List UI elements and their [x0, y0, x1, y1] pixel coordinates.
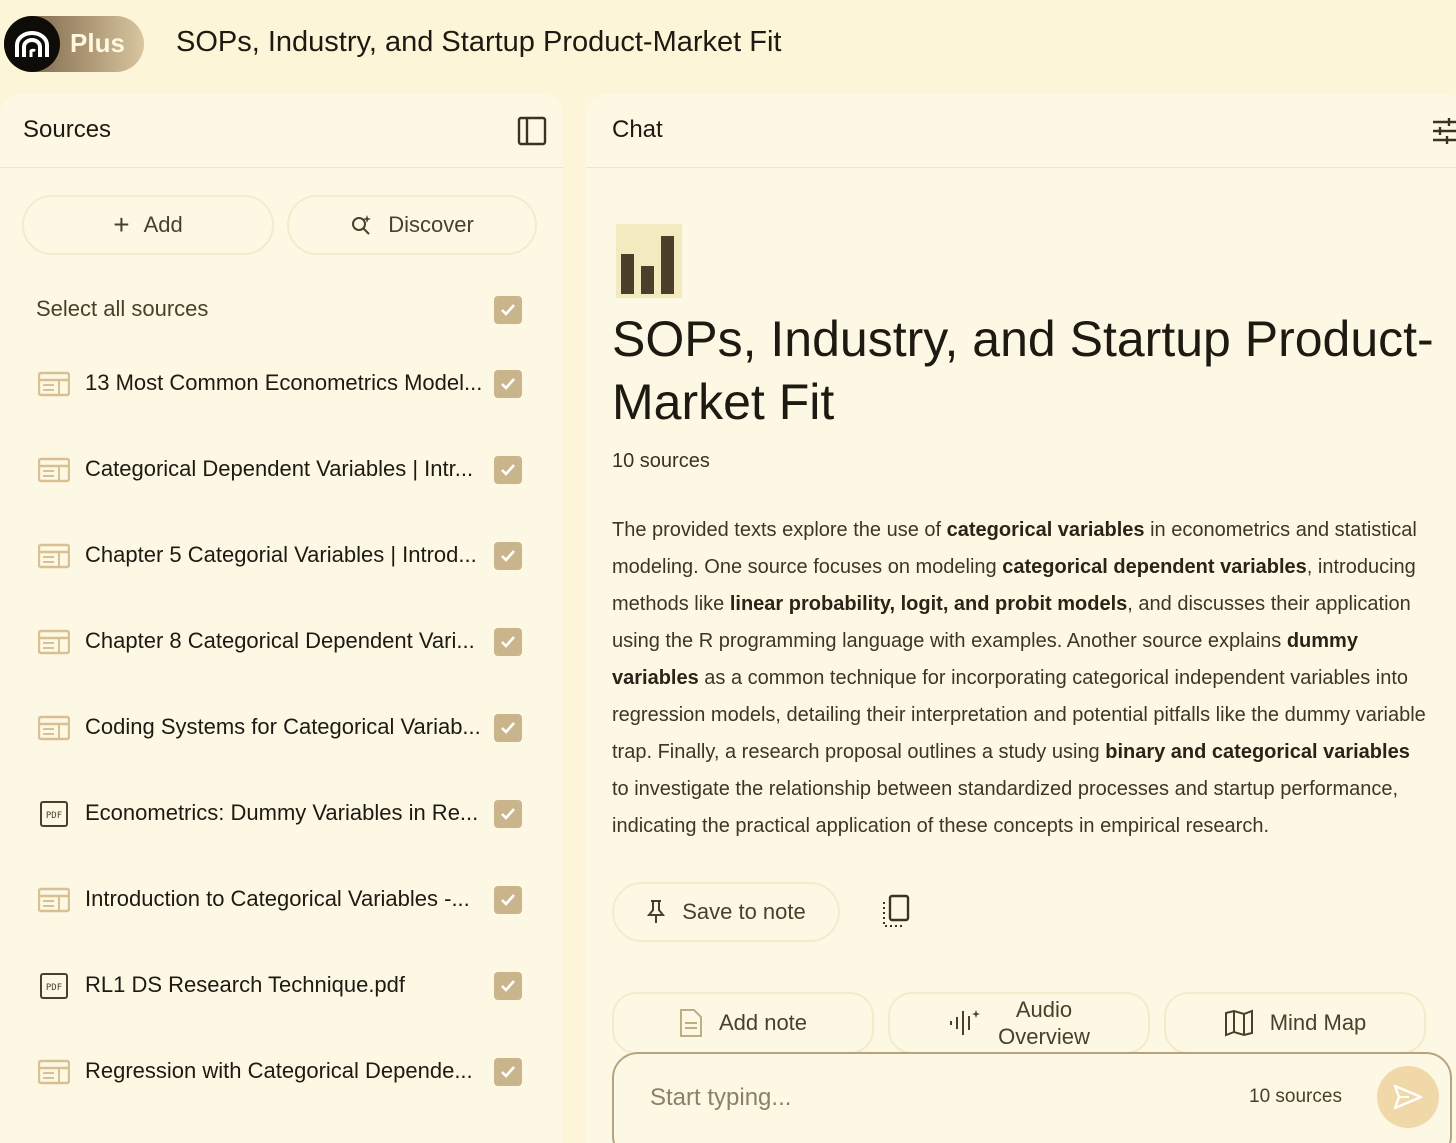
notebook-title-header[interactable]: SOPs, Industry, and Startup Product-Mark…	[176, 26, 781, 59]
check-icon	[501, 550, 515, 562]
source-item-label: 13 Most Common Econometrics Model...	[85, 370, 483, 395]
source-checkbox[interactable]	[494, 714, 522, 742]
summary-highlight: categorical variables	[946, 519, 1145, 541]
mind-map-label: Mind Map	[1269, 1010, 1367, 1035]
source-item-label: Introduction to Categorical Variables -.…	[85, 886, 470, 911]
svg-text:PDF: PDF	[46, 983, 62, 993]
summary-text: to investigate the relationship between …	[612, 778, 1399, 837]
audio-overview-label: Audio Overview	[998, 996, 1090, 1050]
check-icon	[501, 1066, 515, 1078]
check-icon	[501, 894, 515, 906]
sources-header: Sources	[0, 94, 563, 168]
add-note-label: Add note	[718, 1010, 808, 1035]
chat-input-source-count: 10 sources	[1249, 1086, 1342, 1107]
note-icon	[679, 1009, 702, 1037]
source-checkbox[interactable]	[494, 1058, 522, 1086]
save-to-note-button[interactable]: Save to note	[612, 882, 840, 942]
plus-icon: +	[113, 209, 130, 240]
mind-map-button[interactable]: Mind Map	[1164, 992, 1426, 1054]
summary-text: The provided texts explore the use of	[612, 519, 947, 541]
source-checkbox[interactable]	[494, 370, 522, 398]
source-item-label: Categorical Dependent Variables | Intr..…	[85, 456, 474, 481]
source-item-label: Coding Systems for Categorical Variab...	[85, 714, 481, 739]
add-label: Add	[143, 212, 183, 237]
notebook-source-count: 10 sources	[612, 450, 710, 472]
source-item[interactable]: PDF Econometrics: Dummy Variables in Re..…	[0, 794, 563, 834]
pdf-icon: PDF	[40, 801, 68, 827]
save-to-note-label: Save to note	[682, 899, 806, 924]
source-item[interactable]: Categorical Dependent Variables | Intr..…	[0, 450, 563, 490]
source-item[interactable]: 13 Most Common Econometrics Model...	[0, 364, 563, 404]
add-note-button[interactable]: Add note	[612, 992, 874, 1054]
send-icon	[1393, 1084, 1423, 1110]
notebook-summary: The provided texts explore the use of ca…	[612, 512, 1427, 845]
source-item[interactable]: Introduction to Categorical Variables -.…	[0, 880, 563, 920]
top-bar: Plus SOPs, Industry, and Startup Product…	[0, 0, 1456, 90]
chat-header: Chat	[586, 94, 1456, 168]
source-item-label: RL1 DS Research Technique.pdf	[85, 972, 406, 997]
audio-label-line1: Audio	[1015, 997, 1073, 1022]
audio-label-line2: Overview	[998, 1024, 1090, 1049]
pin-icon	[647, 900, 666, 923]
audio-waveform-icon	[950, 1010, 981, 1035]
check-icon	[501, 378, 515, 390]
tune-settings-icon[interactable]	[1431, 116, 1456, 146]
discover-search-icon	[352, 215, 372, 235]
web-page-icon	[38, 887, 70, 913]
source-item[interactable]: PDF RL1 DS Research Technique.pdf	[0, 966, 563, 1006]
source-item[interactable]: Coding Systems for Categorical Variab...	[0, 708, 563, 748]
source-item[interactable]: Regression with Categorical Depende...	[0, 1052, 563, 1092]
check-icon	[501, 980, 515, 992]
source-checkbox[interactable]	[494, 628, 522, 656]
check-icon	[501, 464, 515, 476]
app-logo-icon	[4, 16, 60, 72]
chat-title: Chat	[612, 116, 663, 143]
web-page-icon	[38, 543, 70, 569]
plus-label: Plus	[70, 28, 125, 58]
web-page-icon	[38, 1059, 70, 1085]
source-checkbox[interactable]	[494, 886, 522, 914]
summary-highlight: categorical dependent variables	[1002, 556, 1307, 578]
source-item-label: Chapter 8 Categorical Dependent Vari...	[85, 628, 475, 653]
source-checkbox[interactable]	[494, 456, 522, 484]
summary-highlight: linear probability, logit, and probit mo…	[729, 593, 1128, 615]
discover-button[interactable]: Discover	[287, 195, 537, 255]
source-checkbox[interactable]	[494, 542, 522, 570]
map-icon	[1224, 1009, 1253, 1037]
audio-overview-button[interactable]: Audio Overview	[888, 992, 1150, 1054]
web-page-icon	[38, 629, 70, 655]
check-icon	[501, 636, 515, 648]
source-item-label: Regression with Categorical Depende...	[85, 1058, 473, 1083]
svg-text:PDF: PDF	[46, 811, 62, 821]
copy-icon[interactable]	[880, 894, 912, 930]
notebook-title: SOPs, Industry, and Startup Product-Mark…	[612, 311, 1434, 430]
check-icon	[501, 722, 515, 734]
source-item[interactable]: Chapter 5 Categorial Variables | Introd.…	[0, 536, 563, 576]
web-page-icon	[38, 457, 70, 483]
select-all-label: Select all sources	[36, 296, 209, 321]
discover-label: Discover	[388, 212, 474, 237]
source-checkbox[interactable]	[494, 800, 522, 828]
plus-badge[interactable]: Plus	[4, 16, 144, 72]
web-page-icon	[38, 715, 70, 741]
collapse-panel-icon[interactable]	[517, 116, 547, 146]
source-item[interactable]: Chapter 8 Categorical Dependent Vari...	[0, 622, 563, 662]
check-icon	[501, 808, 515, 820]
source-checkbox[interactable]	[494, 972, 522, 1000]
pdf-icon: PDF	[40, 973, 68, 999]
source-item-label: Chapter 5 Categorial Variables | Introd.…	[85, 542, 477, 567]
add-source-button[interactable]: + Add	[22, 195, 274, 255]
chat-input-placeholder: Start typing...	[650, 1084, 792, 1111]
web-page-icon	[38, 371, 70, 397]
check-icon	[501, 304, 515, 316]
send-button[interactable]	[1377, 1066, 1439, 1128]
chat-input-box[interactable]: Start typing... 10 sources	[612, 1052, 1452, 1143]
bar-chart-emoji-icon	[616, 224, 682, 298]
select-all-checkbox[interactable]	[494, 296, 522, 324]
sources-title: Sources	[23, 116, 112, 143]
source-item-label: Econometrics: Dummy Variables in Re...	[85, 800, 479, 825]
summary-highlight: binary and categorical variables	[1105, 741, 1410, 763]
